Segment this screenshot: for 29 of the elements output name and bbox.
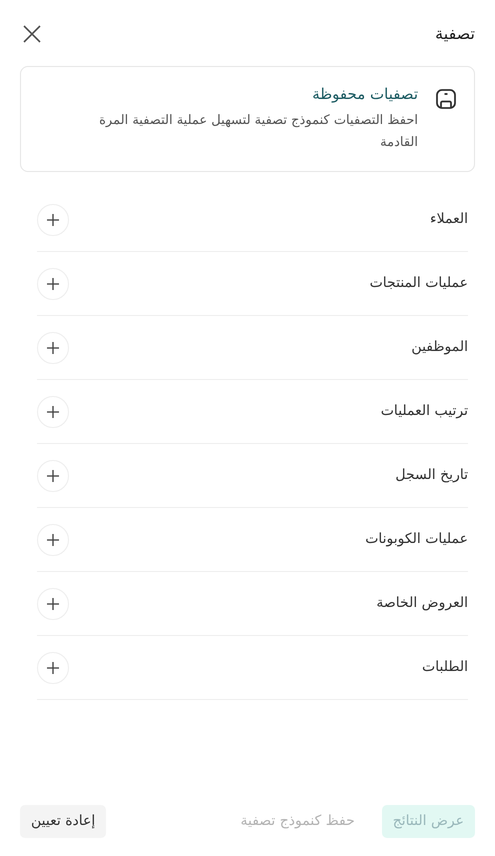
reset-button[interactable]: إعادة تعيين: [20, 805, 106, 838]
plus-icon: [46, 340, 60, 354]
plus-icon: [46, 660, 60, 674]
panel-title: تصفية: [435, 23, 475, 45]
plus-icon: [46, 212, 60, 226]
expand-button[interactable]: [37, 652, 69, 684]
plus-icon: [46, 404, 60, 418]
expand-button[interactable]: [37, 524, 69, 556]
saved-filters-description: احفظ التصفيات كنموذج تصفية لتسهيل عملية التصفية المرة القادمة: [98, 112, 418, 152]
filter-section-label[interactable]: الطلبات: [422, 657, 468, 678]
expand-button[interactable]: [37, 204, 69, 236]
saved-filters-title: تصفيات محفوظة: [311, 84, 418, 105]
filter-section-label[interactable]: تاريخ السجل: [395, 465, 468, 486]
expand-button[interactable]: [37, 460, 69, 492]
filter-section-label[interactable]: عمليات الكوبونات: [365, 529, 468, 550]
filter-section-label[interactable]: الموظفين: [411, 337, 468, 358]
expand-button[interactable]: [37, 268, 69, 300]
filter-section-label[interactable]: عمليات المنتجات: [370, 273, 468, 294]
filter-section-label[interactable]: العملاء: [430, 209, 468, 230]
expand-button[interactable]: [37, 588, 69, 620]
filter-section-label[interactable]: العروض الخاصة: [376, 593, 468, 614]
plus-icon: [46, 468, 60, 482]
plus-icon: [46, 276, 60, 290]
expand-button[interactable]: [37, 332, 69, 364]
saved-filters-card[interactable]: تصفيات محفوظة احفظ التصفيات كنموذج تصفية لتسهيل عملية التصفية المرة القادمة: [20, 66, 475, 172]
filter-section-label[interactable]: ترتيب العمليات: [380, 401, 468, 422]
plus-icon: [46, 596, 60, 610]
plus-icon: [46, 532, 60, 546]
expand-button[interactable]: [37, 396, 69, 428]
